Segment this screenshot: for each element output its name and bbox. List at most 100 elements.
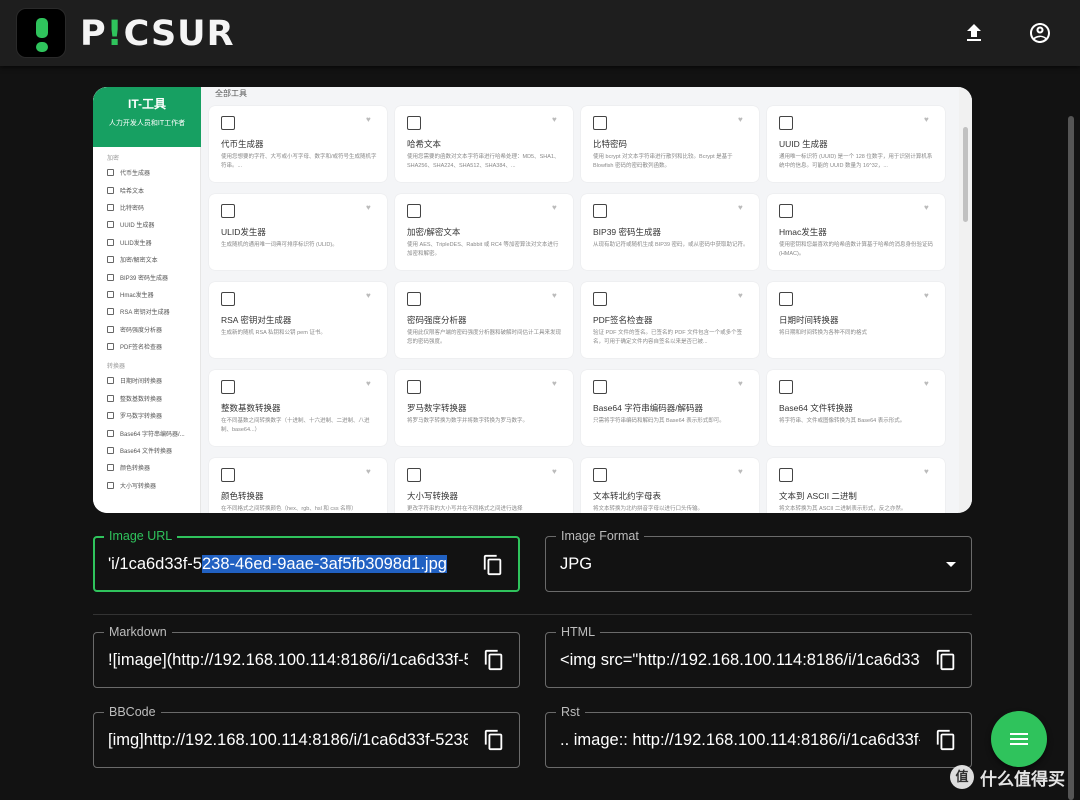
dropdown-arrow-icon [946,562,956,567]
tool-icon [221,292,235,306]
preview-sidebar-item: 比特密码 [93,199,200,216]
preview-sidebar-item-label: 日期时间转换器 [120,379,163,386]
preview-tool-title: ULID发生器 [221,227,266,237]
preview-sidebar-item-label: Hmac发生器 [120,292,154,299]
preview-sidebar-item: BIP39 密码生成器 [93,268,200,285]
preview-sidebar-item-label: 密码强度分析器 [120,327,163,334]
app-logo-icon [16,8,66,58]
preview-sidebar-item-label: 代币生成器 [120,171,151,178]
preview-tool-desc: 使用 bcrypt 对文本字符串进行散列和比较。Bcrypt 是基于 Blowf… [593,154,733,169]
menu-icon [1010,733,1028,745]
tool-icon [107,256,114,264]
favorite-icon: ♥ [738,467,743,476]
preview-tool-title: RSA 密钥对生成器 [221,315,292,325]
markdown-field[interactable]: Markdown ![image](http://192.168.100.114… [93,624,520,688]
preview-sidebar-item-label: Base64 字符串编码器/... [120,431,185,438]
tool-icon [107,186,114,194]
bbcode-field[interactable]: BBCode [img]http://192.168.100.114:8186/… [93,704,520,768]
copy-image-url-button[interactable] [482,554,504,576]
favorite-icon: ♥ [366,203,371,212]
tool-icon [107,447,114,455]
preview-sidebar-item-label: 比特密码 [120,205,145,212]
preview-tool-desc: 将字符串、文件或图像转换为其 Base64 表示形式。 [779,418,906,424]
preview-tool-title: 文本转北约字母表 [593,491,662,501]
preview-tool-card: ♥ 代币生成器 使用您想要的字符、大写或小写字母、数字和/或符号生成随机字符串。..… [209,106,387,182]
preview-tool-desc: 使用您想要的字符、大写或小写字母、数字和/或符号生成随机字符串。... [221,154,377,169]
preview-tool-desc: 只需将字符串编码和解码为其 Base64 表示形式即可。 [593,418,725,424]
tool-icon [107,290,114,298]
preview-tool-desc: 生成随机的通用唯一词典可排序标识符 (ULID)。 [221,242,338,248]
preview-sidebar-item: PDF签名检查器 [93,338,200,355]
markdown-value[interactable]: ![image](http://192.168.100.114:8186/i/1… [108,633,468,687]
html-value[interactable]: <img src="http://192.168.100.114:8186/i/… [560,633,920,687]
tool-icon [107,343,114,351]
favorite-icon: ♥ [366,291,371,300]
preview-tool-desc: 使用您需要的函数对文本字符串进行哈希处理：MD5、SHA1、SHA256、SHA… [407,154,560,169]
preview-tool-card: ♥ UUID 生成器 通用唯一标识符 (UUID) 是一个 128 位数字，用于识别… [767,106,945,182]
tool-icon [593,468,607,482]
preview-sidebar-item: 哈希文本 [93,181,200,198]
preview-tool-desc: 在不同格式之间转换颜色（hex、rgb、hsl 和 css 名称） [221,506,357,512]
tool-icon [779,380,793,394]
copy-markdown-button[interactable] [483,649,505,671]
tool-icon [107,238,114,246]
preview-sidebar-item: 密码强度分析器 [93,321,200,338]
tool-icon [407,380,421,394]
preview-tool-desc: 使用此仅限客户端的密码强度分析器和破解时间估计工具来发现您的密码强度。 [407,330,562,345]
preview-tool-title: 密码强度分析器 [407,315,467,325]
preview-sidebar-item-label: Base64 文件转换器 [120,449,173,456]
preview-sidebar-item-label: 加密/解密文本 [120,258,158,265]
favorite-icon: ♥ [924,115,929,124]
preview-tool-title: BIP39 密码生成器 [593,227,662,237]
image-url-field[interactable]: Image URL 'i/1ca6d33f-5238-46ed-9aae-3af… [93,528,520,592]
tool-icon [107,481,114,489]
favorite-icon: ♥ [924,291,929,300]
image-url-value[interactable]: 'i/1ca6d33f-5238-46ed-9aae-3af5fb3098d1.… [108,537,478,591]
tool-icon [221,204,235,218]
bbcode-value[interactable]: [img]http://192.168.100.114:8186/i/1ca6d… [108,713,468,767]
favorite-icon: ♥ [738,203,743,212]
preview-tool-desc: 使用密钥和您最喜欢的哈希函数计算基于哈希的消息身份验证码 (HMAC)。 [779,242,934,257]
preview-section-crypto: 加密 [107,156,120,162]
preview-tool-card: ♥ 大小写转换器 更改字符串的大小写并在不同格式之间进行选择 [395,458,573,513]
preview-tool-desc: 将罗马数字转换为数字并将数字转换为罗马数字。 [407,418,529,424]
preview-sidebar-item: Base64 文件转换器 [93,442,200,459]
preview-tool-card: ♥ BIP39 密码生成器 从现有助记符或随机生成 BIP39 密码，或从密码中获取… [581,194,759,270]
tool-icon [107,221,114,229]
copy-html-button[interactable] [935,649,957,671]
tool-icon [107,377,114,385]
preview-sidebar-item-label: 大小写转换器 [120,483,157,490]
image-format-select[interactable]: Image Format JPG [545,528,972,592]
rst-value[interactable]: .. image:: http://192.168.100.114:8186/i… [560,713,920,767]
copy-rst-button[interactable] [935,729,957,751]
preview-sidebar-item: UUID 生成器 [93,216,200,233]
tool-icon [221,380,235,394]
preview-tool-card: ♥ 文本转北约字母表 将文本转换为北约拼音字母以进行口头传输。 [581,458,759,513]
preview-tool-desc: 验证 PDF 文件的签名。已签名的 PDF 文件包含一个或多个签名，可用于确定文… [593,330,743,345]
page-scrollbar[interactable] [1068,116,1074,800]
tool-icon [107,273,114,281]
menu-fab-button[interactable] [991,711,1047,767]
preview-sidebar-item-label: RSA 密钥对生成器 [120,310,170,317]
preview-tool-desc: 通用唯一标识符 (UUID) 是一个 128 位数字，用于识别计算机系统中的信息… [779,154,933,169]
preview-tool-card: ♥ 哈希文本 使用您需要的函数对文本字符串进行哈希处理：MD5、SHA1、SHA25… [395,106,573,182]
copy-bbcode-button[interactable] [483,729,505,751]
preview-tool-card: ♥ RSA 密钥对生成器 生成新的随机 RSA 私钥和公钥 pem 证书。 [209,282,387,358]
rst-field[interactable]: Rst .. image:: http://192.168.100.114:81… [545,704,972,768]
preview-sidebar-item-label: UUID 生成器 [120,223,155,230]
tool-icon [593,292,607,306]
preview-sidebar-item: ULID发生器 [93,234,200,251]
preview-sidebar-item: RSA 密钥对生成器 [93,303,200,320]
preview-header: IT-工具 人力开发人员和IT工作者 [93,87,201,147]
tool-icon [593,116,607,130]
html-field[interactable]: HTML <img src="http://192.168.100.114:81… [545,624,972,688]
app-bar: P!CSUR [0,0,1080,66]
preview-tool-title: Hmac发生器 [779,227,827,237]
tool-icon [107,169,114,177]
upload-button[interactable] [958,17,990,49]
preview-sidebar-item: 大小写转换器 [93,477,200,494]
uploaded-image-preview: IT-工具 人力开发人员和IT工作者 加密 代币生成器哈希文本比特密码 UUID … [93,87,972,513]
account-button[interactable] [1024,17,1056,49]
preview-sidebar-item: 颜色转换器 [93,459,200,476]
preview-tool-desc: 将文本转换为其 ASCII 二进制表示形式，反之亦然。 [779,506,907,512]
